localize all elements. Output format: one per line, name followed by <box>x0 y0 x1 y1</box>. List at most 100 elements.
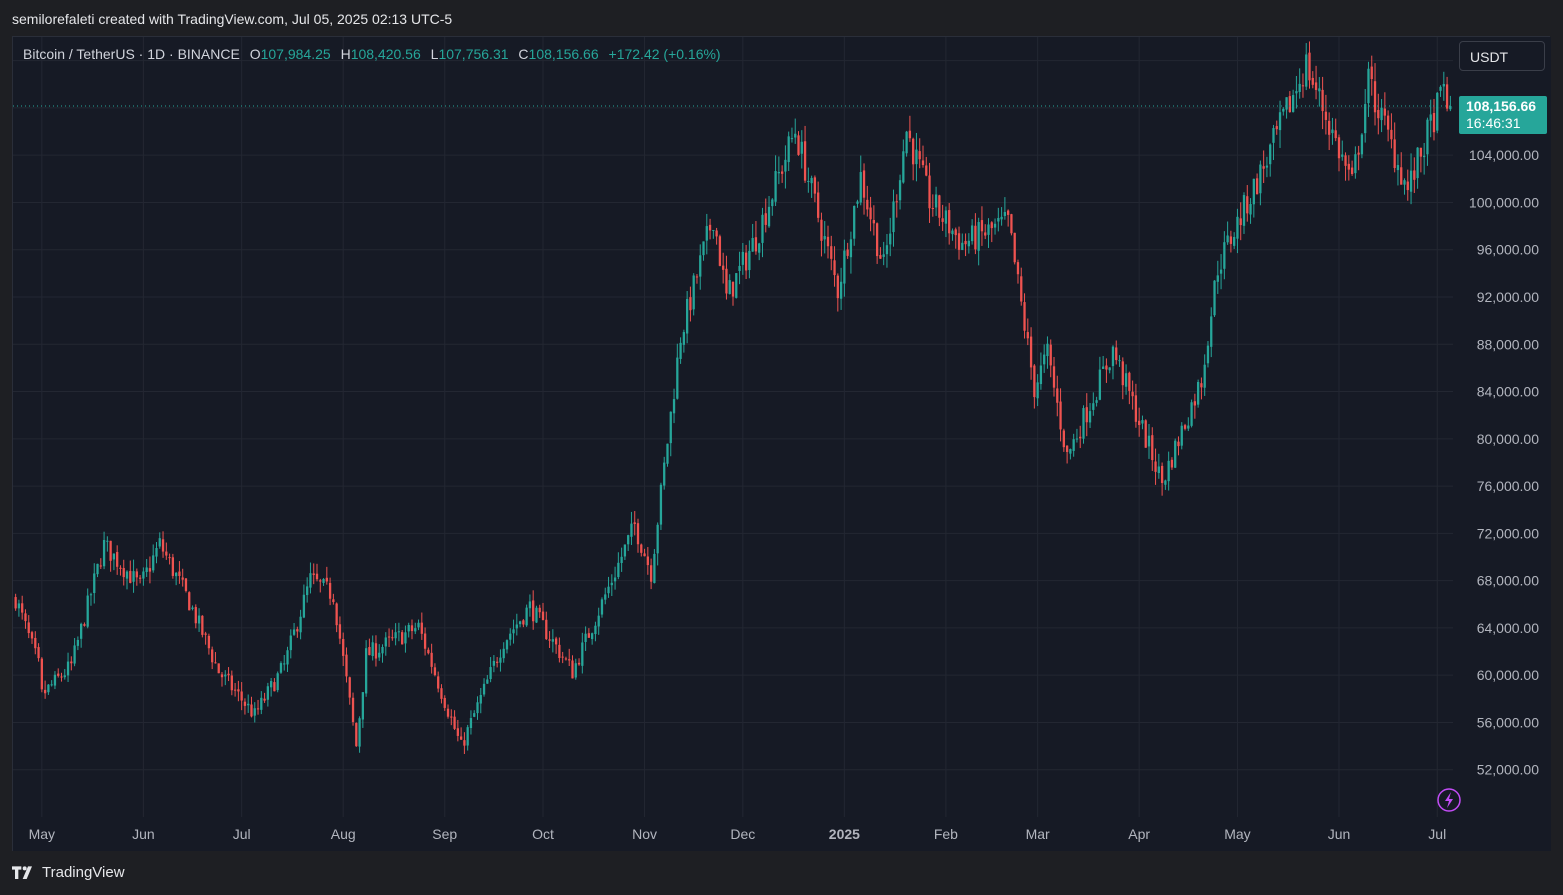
candle-body <box>921 160 925 166</box>
candle-body <box>925 165 928 176</box>
candle-body <box>1151 435 1154 461</box>
candle-body <box>728 280 731 295</box>
x-tick-label: Aug <box>331 826 356 842</box>
candle-body <box>1275 126 1278 130</box>
candle-body <box>715 230 718 237</box>
candle-body <box>1013 232 1016 263</box>
snapshot-credit: semilorefaleti created with TradingView.… <box>12 11 453 27</box>
candle-body <box>1236 216 1239 239</box>
candle-body <box>1331 129 1334 134</box>
candle-body <box>53 674 57 686</box>
candle-body <box>800 141 803 154</box>
candle-body <box>430 652 433 667</box>
candle-body <box>1242 195 1246 226</box>
open-label: O <box>249 46 261 62</box>
candle-body <box>260 697 263 710</box>
symbol-label[interactable]: Bitcoin / TetherUS · 1D · BINANCE <box>23 46 240 62</box>
candle-body <box>761 214 764 243</box>
candle-body <box>99 565 102 567</box>
candle-body <box>627 535 630 545</box>
candle-body <box>1003 212 1007 216</box>
x-tick-label: Jun <box>132 826 155 842</box>
candle-body <box>96 563 99 575</box>
candle-body <box>106 540 109 542</box>
candle-body <box>443 697 446 708</box>
candle-body <box>489 667 492 680</box>
candle-body <box>299 616 302 633</box>
candle-body <box>309 573 312 588</box>
tradingview-brand[interactable]: TradingView <box>12 864 125 881</box>
candle-body <box>30 632 34 639</box>
candle-body <box>1121 361 1124 386</box>
candle-body <box>951 230 954 235</box>
candle-body <box>378 652 381 658</box>
candle-body <box>669 411 672 444</box>
candle-body <box>1357 152 1360 155</box>
candle-body <box>541 611 545 621</box>
candle-body <box>1216 275 1219 282</box>
candle-body <box>486 679 489 684</box>
candle-body <box>1092 403 1095 410</box>
candle-body <box>731 281 735 297</box>
high-label: H <box>340 46 351 62</box>
candle-body <box>397 631 401 633</box>
candle-body <box>813 177 817 194</box>
y-tick-label: 76,000.00 <box>1477 478 1539 494</box>
candle-body <box>509 633 512 640</box>
candle-body <box>27 622 30 634</box>
candle-body <box>1183 425 1187 429</box>
candle-body <box>810 177 813 184</box>
candle-body <box>1350 167 1354 174</box>
currency-selector[interactable]: USDT <box>1459 41 1545 71</box>
candle-body <box>1298 83 1301 92</box>
candle-body <box>656 524 659 554</box>
candle-body <box>784 159 787 172</box>
candle-body <box>787 136 790 163</box>
candle-body <box>1131 391 1134 397</box>
candle-body <box>1252 178 1255 205</box>
candle-body <box>607 586 610 594</box>
candle-body <box>604 594 607 600</box>
candle-body <box>1200 383 1203 388</box>
candle-body <box>725 268 728 294</box>
candle-body <box>1020 276 1023 302</box>
candle-body <box>269 681 273 688</box>
candle-body <box>1036 382 1039 399</box>
candle-body <box>600 599 604 615</box>
candle-body <box>1033 365 1036 398</box>
candle-body <box>518 621 522 625</box>
candle-body <box>702 241 705 256</box>
candle-body <box>961 242 964 251</box>
candle-body <box>220 674 224 678</box>
candle-body <box>276 673 279 691</box>
chart-window: semilorefaleti created with TradingView.… <box>0 0 1563 895</box>
candle-body <box>1167 460 1170 482</box>
candle-body <box>351 697 355 723</box>
candle-body <box>273 682 276 692</box>
candle-body <box>466 727 469 746</box>
candle-body <box>361 692 365 720</box>
candle-body <box>207 635 211 649</box>
candle-body <box>908 130 912 139</box>
candle-body <box>846 249 849 256</box>
candle-body <box>502 648 505 659</box>
candlestick-chart[interactable]: 52,000.00 56,000.00 60,000.00 64,000.00 68,0… <box>13 37 1551 852</box>
candle-body <box>37 647 40 659</box>
candle-body <box>528 601 532 609</box>
candle-body <box>1007 210 1010 215</box>
candle-body <box>394 632 397 639</box>
top-bar: semilorefaleti created with TradingView.… <box>0 0 1563 36</box>
y-tick-label: 84,000.00 <box>1477 384 1539 400</box>
candle-body <box>1442 83 1445 87</box>
candle-body <box>1272 128 1275 143</box>
candle-body <box>1278 112 1282 131</box>
y-tick-label: 60,000.00 <box>1477 667 1539 683</box>
candle-body <box>391 637 394 639</box>
candle-body <box>823 236 826 240</box>
candle-body <box>695 276 699 278</box>
candle-body <box>145 567 148 573</box>
chart-panel[interactable]: 52,000.00 56,000.00 60,000.00 64,000.00 68,0… <box>12 36 1551 852</box>
candle-body <box>954 229 957 236</box>
candle-body <box>197 615 201 624</box>
candle-body <box>826 236 830 247</box>
